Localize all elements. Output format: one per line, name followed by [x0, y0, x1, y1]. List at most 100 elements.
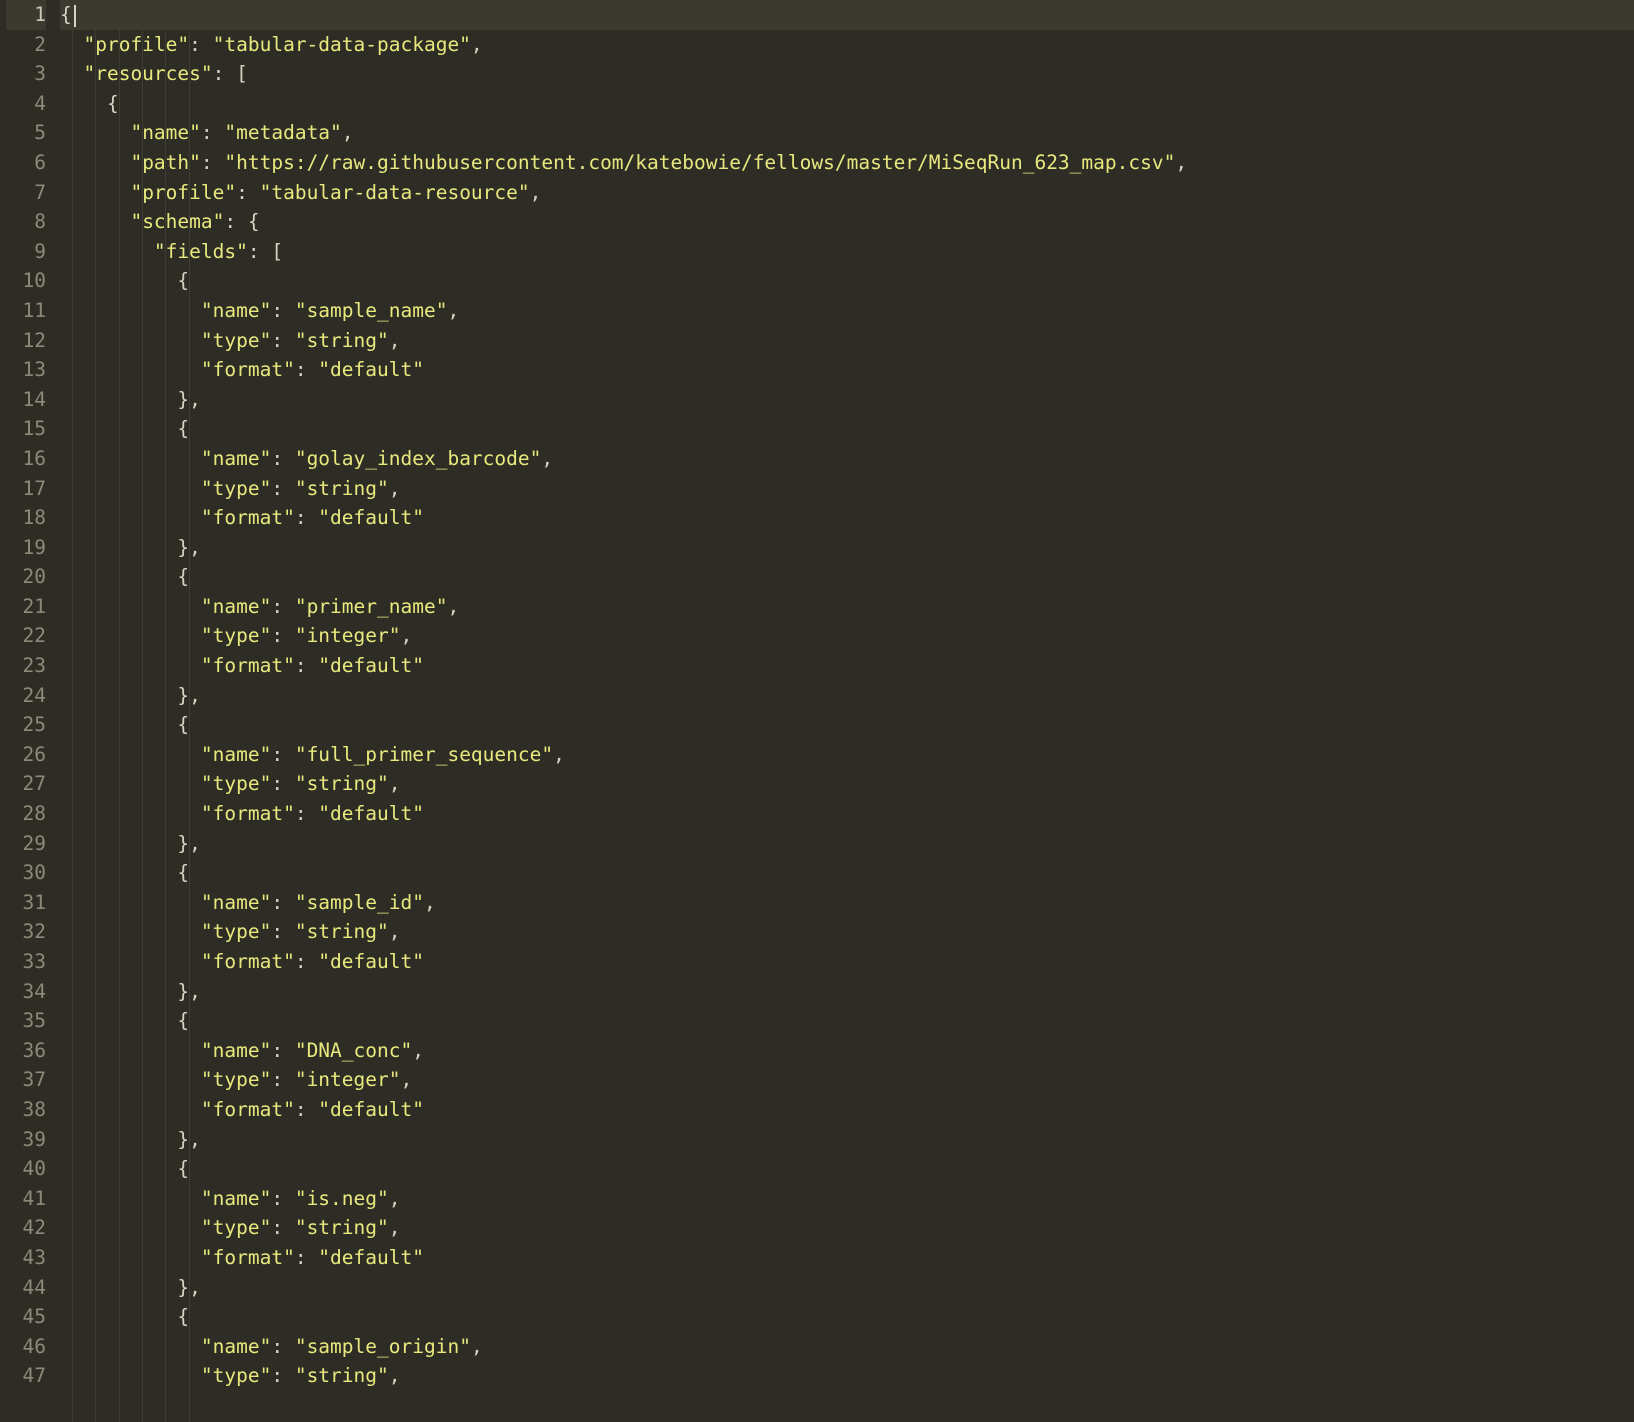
code-line[interactable]: "format": "default" [60, 651, 1634, 681]
code-line[interactable]: "name": "is.neg", [60, 1184, 1634, 1214]
token-s: "type" [201, 329, 271, 352]
code-line[interactable]: { [60, 0, 1634, 30]
code-line[interactable]: }, [60, 829, 1634, 859]
code-line[interactable]: "type": "string", [60, 1213, 1634, 1243]
code-line[interactable]: "resources": [ [60, 59, 1634, 89]
line-number: 46 [6, 1332, 46, 1362]
line-number: 21 [6, 592, 46, 622]
code-line[interactable]: { [60, 89, 1634, 119]
line-number: 20 [6, 562, 46, 592]
code-line[interactable]: "path": "https://raw.githubusercontent.c… [60, 148, 1634, 178]
token-s: "default" [318, 654, 424, 677]
line-number: 26 [6, 740, 46, 770]
code-line[interactable]: "format": "default" [60, 1243, 1634, 1273]
token-s: "name" [201, 891, 271, 914]
token-p: , [342, 121, 354, 144]
token-p: : [271, 299, 294, 322]
token-s: "sample_name" [295, 299, 448, 322]
token-s: "string" [295, 477, 389, 500]
token-s: "fields" [154, 240, 248, 263]
code-line[interactable]: { [60, 710, 1634, 740]
token-s: "string" [295, 1364, 389, 1387]
token-p: : [271, 1335, 294, 1358]
line-number: 28 [6, 799, 46, 829]
token-p: { [107, 92, 119, 115]
code-line[interactable]: "type": "string", [60, 474, 1634, 504]
token-s: "DNA_conc" [295, 1039, 412, 1062]
token-p: : [271, 1039, 294, 1062]
code-line[interactable]: "type": "string", [60, 917, 1634, 947]
line-number: 39 [6, 1125, 46, 1155]
code-line[interactable]: }, [60, 1125, 1634, 1155]
token-s: "string" [295, 329, 389, 352]
code-line[interactable]: { [60, 1006, 1634, 1036]
token-p: : [295, 1098, 318, 1121]
code-editor[interactable]: 1234567891011121314151617181920212223242… [0, 0, 1634, 1422]
token-s: "format" [201, 1246, 295, 1269]
token-p: , [389, 772, 401, 795]
code-line[interactable]: "type": "string", [60, 769, 1634, 799]
line-number: 19 [6, 533, 46, 563]
token-s: "https://raw.githubusercontent.com/kateb… [224, 151, 1175, 174]
code-line[interactable]: "profile": "tabular-data-resource", [60, 178, 1634, 208]
code-line[interactable]: }, [60, 681, 1634, 711]
code-line[interactable]: }, [60, 385, 1634, 415]
code-line[interactable]: "format": "default" [60, 799, 1634, 829]
code-line[interactable]: "profile": "tabular-data-package", [60, 30, 1634, 60]
token-p: : [295, 1246, 318, 1269]
code-line[interactable]: "name": "metadata", [60, 118, 1634, 148]
token-s: "format" [201, 1098, 295, 1121]
code-line[interactable]: "name": "golay_index_barcode", [60, 444, 1634, 474]
code-line[interactable]: { [60, 562, 1634, 592]
code-line[interactable]: "name": "sample_name", [60, 296, 1634, 326]
token-p: { [177, 713, 189, 736]
token-s: "type" [201, 1216, 271, 1239]
code-line[interactable]: { [60, 1154, 1634, 1184]
code-line[interactable]: "format": "default" [60, 503, 1634, 533]
line-number: 15 [6, 414, 46, 444]
token-s: "schema" [130, 210, 224, 233]
code-line[interactable]: "type": "integer", [60, 1065, 1634, 1095]
line-number: 5 [6, 118, 46, 148]
token-s: "type" [201, 477, 271, 500]
code-line[interactable]: "format": "default" [60, 947, 1634, 977]
code-line[interactable]: "name": "full_primer_sequence", [60, 740, 1634, 770]
code-line[interactable]: { [60, 414, 1634, 444]
code-line[interactable]: }, [60, 977, 1634, 1007]
token-s: "format" [201, 654, 295, 677]
line-number: 4 [6, 89, 46, 119]
token-p: }, [177, 536, 200, 559]
code-line[interactable]: "name": "primer_name", [60, 592, 1634, 622]
line-number: 43 [6, 1243, 46, 1273]
token-p: }, [177, 1128, 200, 1151]
token-p: : [201, 121, 224, 144]
code-line[interactable]: }, [60, 533, 1634, 563]
line-number: 27 [6, 769, 46, 799]
code-line[interactable]: "name": "sample_origin", [60, 1332, 1634, 1362]
token-s: "tabular-data-resource" [260, 181, 530, 204]
token-s: "full_primer_sequence" [295, 743, 553, 766]
code-line[interactable]: "type": "string", [60, 326, 1634, 356]
token-s: "type" [201, 920, 271, 943]
code-line[interactable]: "name": "sample_id", [60, 888, 1634, 918]
token-p: : [271, 743, 294, 766]
code-line[interactable]: "format": "default" [60, 1095, 1634, 1125]
line-number: 11 [6, 296, 46, 326]
code-line[interactable]: "format": "default" [60, 355, 1634, 385]
line-number: 30 [6, 858, 46, 888]
code-line[interactable]: "type": "string", [60, 1361, 1634, 1391]
token-s: "type" [201, 772, 271, 795]
token-s: "profile" [130, 181, 236, 204]
code-line[interactable]: { [60, 1302, 1634, 1332]
code-line[interactable]: { [60, 858, 1634, 888]
code-line[interactable]: "type": "integer", [60, 621, 1634, 651]
code-line[interactable]: "schema": { [60, 207, 1634, 237]
code-line[interactable]: "fields": [ [60, 237, 1634, 267]
line-number: 8 [6, 207, 46, 237]
token-s: "integer" [295, 624, 401, 647]
code-line[interactable]: }, [60, 1273, 1634, 1303]
code-line[interactable]: { [60, 266, 1634, 296]
code-line[interactable]: "name": "DNA_conc", [60, 1036, 1634, 1066]
line-number: 3 [6, 59, 46, 89]
code-area[interactable]: { "profile": "tabular-data-package", "re… [56, 0, 1634, 1422]
